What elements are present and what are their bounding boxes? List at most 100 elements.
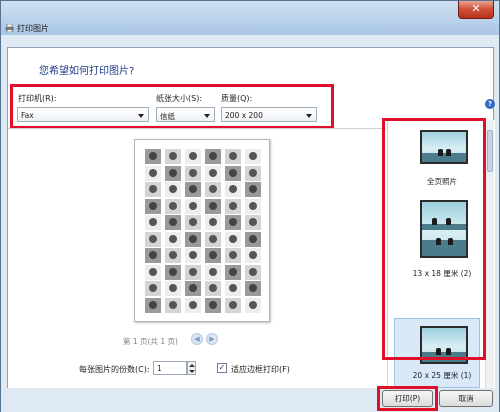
cartoon-face-icon (229, 300, 237, 309)
scroll-thumb[interactable] (487, 130, 493, 172)
cartoon-face-icon (249, 300, 257, 309)
preview-thumbnail (225, 264, 241, 280)
cartoon-face-icon (189, 185, 197, 193)
preview-thumbnail (185, 182, 201, 197)
preview-thumbnail (245, 149, 261, 164)
preview-thumbnail (185, 165, 201, 181)
cartoon-face-icon (229, 284, 237, 292)
preview-thumbnail (245, 215, 261, 230)
cartoon-face-icon (169, 267, 177, 276)
copies-input[interactable]: 1 (153, 361, 187, 375)
printer-icon (5, 24, 14, 32)
preview-thumbnail (185, 297, 201, 313)
preview-thumbnail (225, 297, 241, 313)
cartoon-face-icon (229, 201, 237, 210)
cartoon-face-icon (149, 251, 157, 259)
preview-thumbnail (145, 198, 161, 214)
cartoon-face-icon (209, 152, 217, 160)
preview-thumbnail (145, 165, 161, 181)
cartoon-face-icon (209, 267, 217, 276)
cartoon-face-icon (189, 267, 197, 276)
preview-thumbnail (245, 182, 261, 197)
preview-thumbnail (225, 215, 241, 230)
preview-thumbnail (145, 182, 161, 197)
cartoon-face-icon (149, 168, 157, 177)
preview-thumbnail (245, 264, 261, 280)
cartoon-face-icon (189, 284, 197, 292)
preview-thumbnail (165, 149, 181, 164)
spin-up-icon[interactable] (189, 364, 195, 367)
preview-thumbnail (205, 198, 221, 214)
cartoon-face-icon (209, 201, 217, 210)
cartoon-face-icon (229, 185, 237, 193)
close-button[interactable]: ✕ (458, 1, 494, 19)
copies-spinner[interactable] (187, 361, 196, 375)
close-icon: ✕ (471, 2, 481, 15)
preview-thumbnail (165, 264, 181, 280)
cartoon-face-icon (149, 284, 157, 292)
preview-thumbnail (145, 264, 161, 280)
preview-thumbnail (165, 182, 181, 197)
preview-thumbnail (185, 149, 201, 164)
cartoon-face-icon (229, 168, 237, 177)
highlight-box-print-button (377, 386, 438, 411)
cartoon-face-icon (169, 234, 177, 243)
preview-thumbnail (165, 297, 181, 313)
dialog-content: 您希望如何打印图片? 打印机(R): Fax 纸张大小(S): 信纸 质量(Q)… (7, 47, 496, 408)
cartoon-face-icon (209, 284, 217, 292)
layout-scrollbar[interactable] (485, 120, 494, 408)
cartoon-face-icon (229, 234, 237, 243)
next-page-button[interactable]: ▶ (206, 333, 218, 345)
preview-thumbnail (225, 149, 241, 164)
preview-thumbnail (245, 297, 261, 313)
preview-thumbnail (245, 165, 261, 181)
cartoon-face-icon (249, 267, 257, 276)
preview-thumbnail (145, 248, 161, 263)
layout-label-20x25[interactable]: 20 x 25 厘米 (1) (388, 370, 496, 381)
preview-thumbnail (145, 231, 161, 247)
preview-thumbnail (205, 231, 221, 247)
preview-thumbnail (245, 198, 261, 214)
highlight-box-print-settings (10, 84, 334, 129)
fit-frame-checkbox[interactable]: ✓ (217, 363, 227, 373)
help-icon[interactable]: ? (485, 99, 495, 109)
cartoon-face-icon (249, 168, 257, 177)
preview-thumbnail (205, 281, 221, 296)
cartoon-face-icon (229, 251, 237, 259)
print-pictures-dialog: 打印图片 ✕ 您希望如何打印图片? 打印机(R): Fax 纸张大小(S): 信… (0, 0, 500, 412)
preview-thumbnail (245, 281, 261, 296)
cartoon-face-icon (249, 152, 257, 160)
previous-page-button[interactable]: ◀ (191, 333, 203, 345)
preview-thumbnail (185, 215, 201, 230)
cartoon-face-icon (209, 251, 217, 259)
preview-thumbnail (205, 165, 221, 181)
cartoon-face-icon (209, 168, 217, 177)
preview-thumbnail (225, 248, 241, 263)
cartoon-face-icon (169, 168, 177, 177)
highlight-box-layouts (382, 118, 486, 360)
preview-thumbnail (145, 297, 161, 313)
cartoon-face-icon (189, 251, 197, 259)
cartoon-face-icon (149, 234, 157, 243)
cartoon-face-icon (149, 218, 157, 226)
preview-thumbnail (245, 248, 261, 263)
cartoon-face-icon (189, 201, 197, 210)
preview-thumbnail (205, 149, 221, 164)
cancel-button[interactable]: 取消 (439, 390, 493, 407)
cartoon-face-icon (149, 300, 157, 309)
window-title: 打印图片 (17, 24, 49, 33)
page-status: 第 1 页(共 1 页) (123, 337, 178, 346)
cartoon-face-icon (169, 185, 177, 193)
preview-thumbnail (145, 215, 161, 230)
dialog-footer: 打印(P) 取消 (1, 386, 499, 412)
cartoon-face-icon (249, 284, 257, 292)
preview-thumbnail (145, 281, 161, 296)
preview-thumbnail (225, 281, 241, 296)
preview-thumbnail (225, 182, 241, 197)
spin-down-icon[interactable] (189, 370, 195, 373)
cartoon-face-icon (169, 300, 177, 309)
preview-thumbnail (165, 215, 181, 230)
cartoon-face-icon (209, 300, 217, 309)
cartoon-face-icon (149, 152, 157, 160)
copies-label: 每张图片的份数(C): (79, 365, 150, 374)
